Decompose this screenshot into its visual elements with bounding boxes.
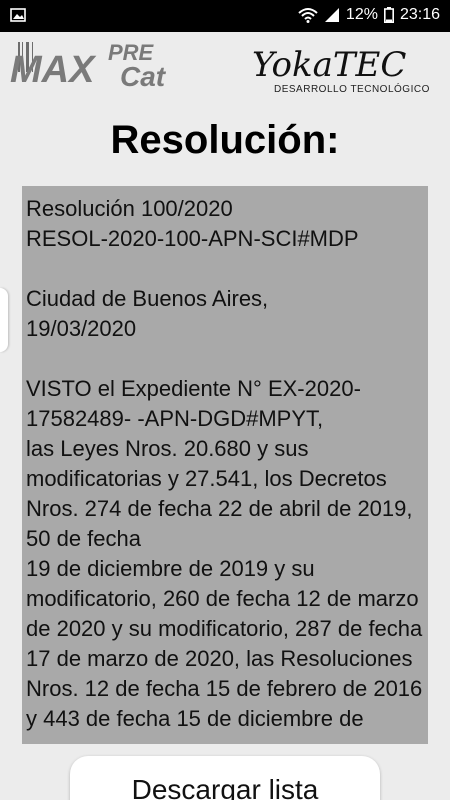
clock: 23:16 [399,6,440,23]
status-bar: 12% 23:16 [0,0,450,32]
maxprecat-logo: MAX PRE Cat [10,40,167,92]
download-list-button[interactable]: Descargar lista [70,756,380,800]
resolution-text-panel[interactable]: Resolución 100/2020 RESOL-2020-100-APN-S… [22,186,428,744]
document-paragraph: VISTO el Expediente N° EX-2020-17582489-… [26,376,423,731]
drawer-handle[interactable] [0,288,8,352]
svg-text:DESARROLLO TECNOLÓGICO: DESARROLLO TECNOLÓGICO [274,82,430,94]
image-icon [10,8,26,22]
document-paragraph: Resolución 100/2020 RESOL-2020-100-APN-S… [26,196,359,251]
document-paragraph: Ciudad de Buenos Aires, 19/03/2020 [26,286,269,341]
svg-text:MAX: MAX [10,49,97,91]
wifi-icon [298,8,318,23]
download-list-label: Descargar lista [131,774,319,800]
page-title: Resolución: [110,118,340,162]
yokatec-logo: YokaTEC DESARROLLO TECNOLÓGICO [252,45,430,94]
battery-icon [383,7,394,23]
svg-text:YokaTEC: YokaTEC [252,45,406,85]
svg-text:Cat: Cat [120,61,167,92]
signal-icon [324,8,339,22]
header-logos: MAX PRE Cat YokaTEC DESARROLLO TECNOLÓGI… [0,32,450,102]
battery-percent: 12% [345,6,378,23]
